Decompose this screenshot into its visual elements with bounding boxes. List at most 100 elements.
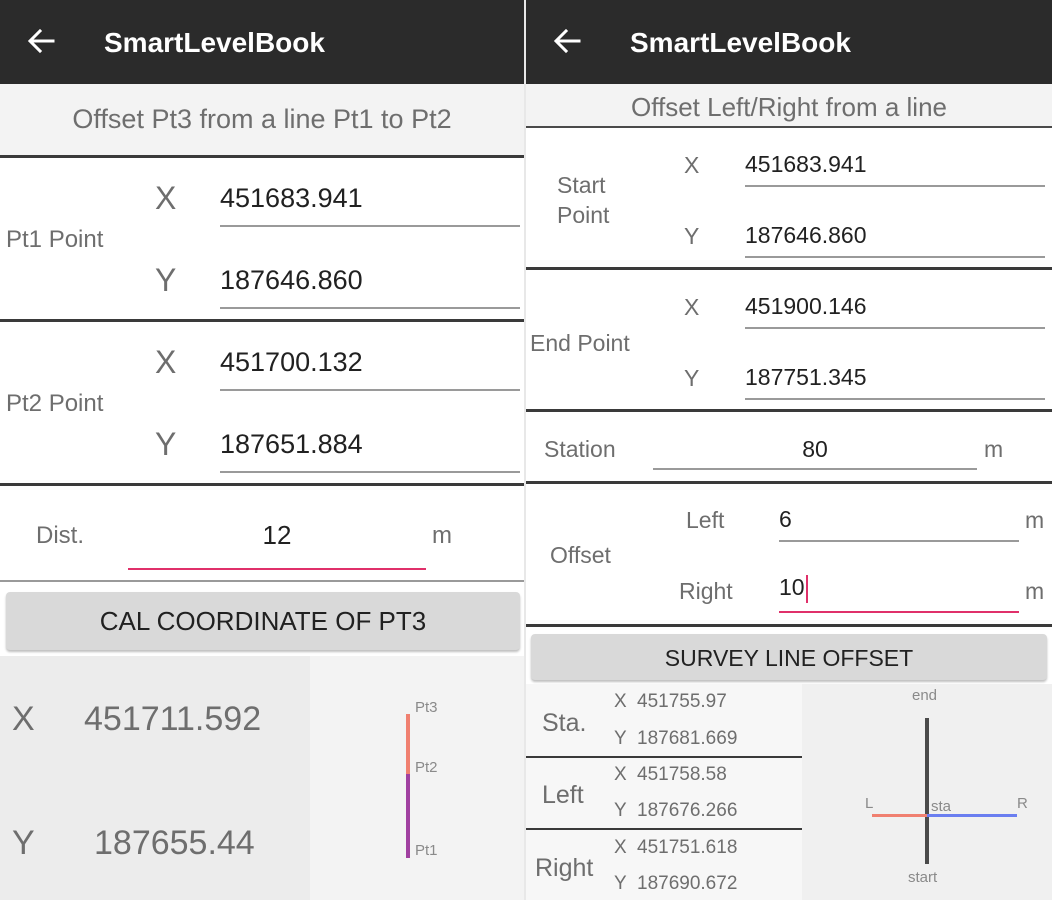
start-y-underline	[745, 256, 1045, 258]
right-screen: SmartLevelBook Offset Left/Right from a …	[526, 0, 1052, 900]
start-point-label-line2: Point	[557, 202, 610, 228]
back-arrow-icon[interactable]	[552, 26, 582, 56]
divider	[526, 756, 802, 758]
offset-left-label: Left	[686, 507, 725, 533]
end-point-label: End Point	[530, 330, 630, 356]
pt1-marker-label: Pt1	[415, 842, 438, 859]
pt2-y-input[interactable]: 187651.884	[220, 429, 363, 460]
pt1-y-underline	[220, 307, 520, 309]
pt2-label: Pt2 Point	[6, 390, 104, 417]
sta-marker-label: sta	[931, 798, 952, 815]
diagram-panel	[310, 656, 524, 900]
pt2-y-label: Y	[155, 426, 177, 462]
back-arrow-icon[interactable]	[26, 26, 56, 56]
sta-y-label: Y	[614, 728, 627, 749]
divider	[0, 319, 524, 322]
result-x-label: X	[12, 700, 35, 738]
left-x-value: 451758.58	[637, 764, 727, 785]
dist-underline	[128, 568, 426, 570]
divider	[0, 483, 524, 486]
end-x-label: X	[684, 294, 700, 320]
left-x-label: X	[614, 764, 627, 785]
sta-label: Sta.	[542, 709, 587, 737]
result-y-label: Y	[12, 824, 35, 862]
offset-left-unit: m	[1025, 507, 1045, 533]
left-result-label: Left	[542, 781, 584, 809]
start-y-label: Y	[684, 223, 700, 249]
pt2-x-input[interactable]: 451700.132	[220, 347, 363, 378]
left-y-label: Y	[614, 800, 627, 821]
start-x-input[interactable]: 451683.941	[745, 151, 867, 178]
start-y-input[interactable]: 187646.860	[745, 222, 867, 249]
right-y-value: 187690.672	[637, 873, 738, 894]
result-panel	[0, 656, 310, 900]
offset-right-input[interactable]: 10	[779, 574, 808, 603]
pt3-marker-label: Pt3	[415, 699, 438, 716]
pt1-x-label: X	[155, 180, 177, 216]
result-y-value: 187655.44	[94, 824, 255, 862]
right-x-label: X	[614, 837, 627, 858]
r-marker-label: R	[1017, 795, 1028, 812]
divider	[526, 481, 1052, 484]
sta-x-label: X	[614, 691, 627, 712]
divider	[526, 828, 802, 830]
end-x-input[interactable]: 451900.146	[745, 293, 867, 320]
pt1-y-label: Y	[155, 262, 177, 298]
pt2-y-underline	[220, 471, 520, 473]
sta-y-value: 187681.669	[637, 728, 738, 749]
pt2-x-underline	[220, 389, 520, 391]
divider	[526, 624, 1052, 627]
page-subtitle: Offset Left/Right from a line	[631, 92, 947, 122]
divider	[526, 409, 1052, 412]
end-y-input[interactable]: 187751.345	[745, 364, 867, 391]
divider	[526, 126, 1052, 128]
pt2-marker-label: Pt2	[415, 759, 438, 776]
text-cursor	[805, 574, 808, 603]
survey-line-offset-button[interactable]: SURVEY LINE OFFSET	[531, 634, 1047, 680]
dist-label: Dist.	[36, 522, 84, 549]
dist-input[interactable]: 12	[128, 520, 426, 551]
app-bar: SmartLevelBook	[526, 0, 1052, 84]
result-x-value: 451711.592	[84, 700, 262, 738]
dist-unit: m	[432, 522, 452, 549]
divider	[526, 267, 1052, 270]
pt2-x-label: X	[155, 344, 177, 380]
pt1-label: Pt1 Point	[6, 226, 104, 253]
end-y-underline	[745, 398, 1045, 400]
station-label: Station	[544, 436, 616, 462]
offset-label: Offset	[550, 542, 611, 568]
end-marker-label: end	[912, 687, 938, 704]
offset-right-unit: m	[1025, 578, 1045, 604]
pt1-pt2-segment	[406, 774, 410, 858]
cal-coordinate-button[interactable]: CAL COORDINATE OF PT3	[6, 592, 520, 650]
left-y-value: 187676.266	[637, 800, 738, 821]
pt1-y-input[interactable]: 187646.860	[220, 265, 363, 296]
offset-left-underline	[779, 540, 1019, 542]
start-marker-label: start	[908, 869, 938, 886]
start-x-label: X	[684, 152, 700, 178]
pt1-x-underline	[220, 225, 520, 227]
l-marker-label: L	[865, 795, 874, 812]
divider	[0, 580, 524, 582]
end-x-underline	[745, 327, 1045, 329]
survey-line	[925, 718, 929, 864]
station-underline	[653, 468, 977, 470]
offset-left-input[interactable]: 6	[779, 506, 792, 533]
app-bar: SmartLevelBook	[0, 0, 524, 84]
pt1-x-input[interactable]: 451683.941	[220, 183, 363, 214]
offset-right-underline	[779, 611, 1019, 613]
offset-right-label: Right	[679, 578, 733, 604]
start-point-label-line1: Start	[557, 172, 606, 198]
app-title: SmartLevelBook	[630, 27, 851, 58]
divider	[0, 155, 524, 158]
left-offset-segment	[872, 814, 927, 817]
left-screen: SmartLevelBook Offset Pt3 from a line Pt…	[0, 0, 524, 900]
right-y-label: Y	[614, 873, 627, 894]
pt2-pt3-segment	[406, 714, 410, 774]
start-x-underline	[745, 185, 1045, 187]
right-result-label: Right	[535, 854, 594, 882]
sta-x-value: 451755.97	[637, 691, 727, 712]
station-input[interactable]: 80	[653, 436, 977, 463]
end-y-label: Y	[684, 365, 700, 391]
right-x-value: 451751.618	[637, 837, 738, 858]
